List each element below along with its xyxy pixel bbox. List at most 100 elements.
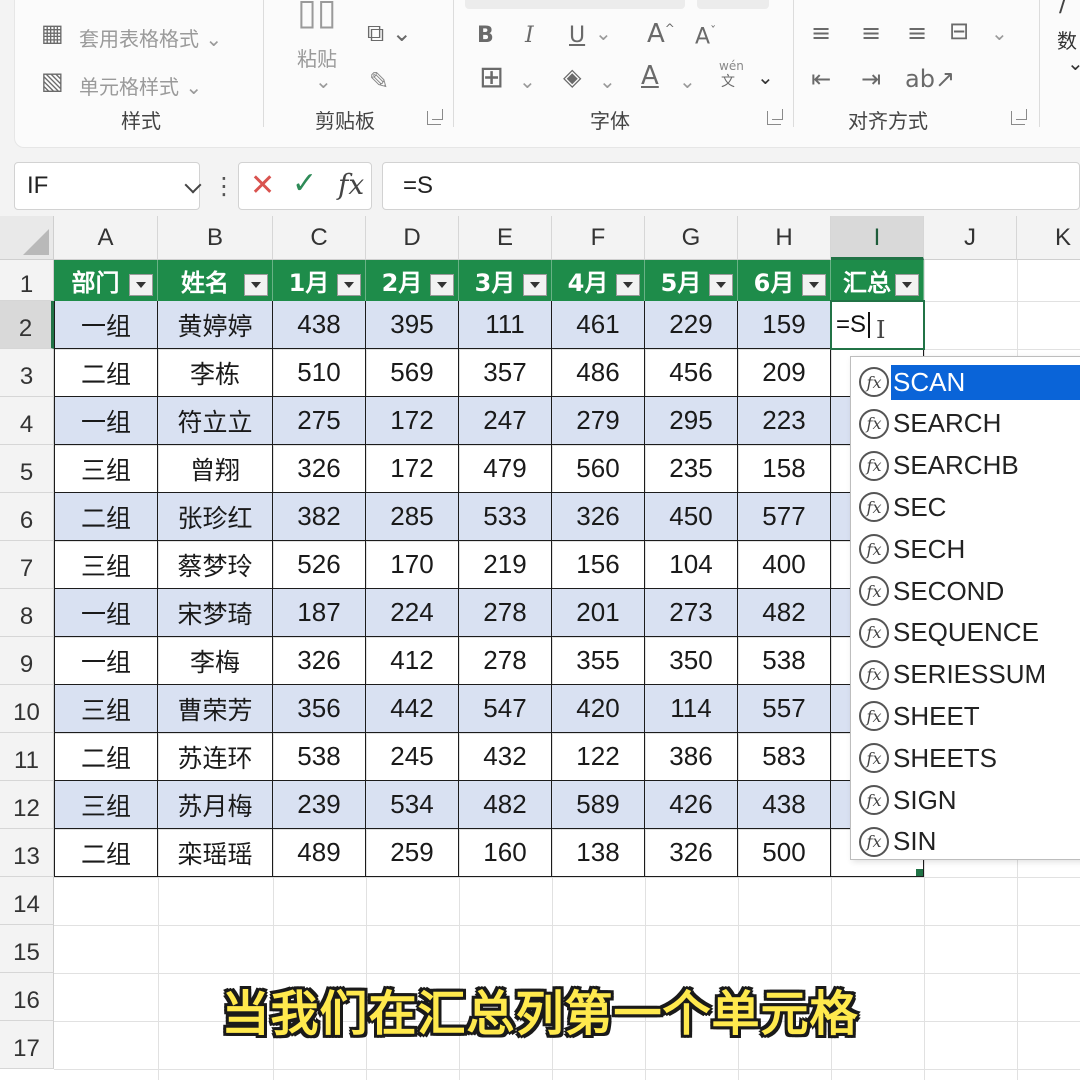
align-top-icon[interactable]: ≡	[811, 21, 831, 45]
table-format-button[interactable]: 套用表格格式 ⌄	[79, 23, 222, 52]
copy-icon[interactable]: ⧉ ⌄	[367, 21, 412, 45]
table-cell[interactable]: 三组	[54, 685, 158, 733]
table-cell[interactable]: 158	[738, 445, 831, 493]
table-cell[interactable]: 111	[459, 301, 552, 349]
table-cell[interactable]: 229	[645, 301, 738, 349]
filter-dropdown-icon[interactable]	[802, 274, 826, 296]
table-cell[interactable]: 350	[645, 637, 738, 685]
function-suggestion[interactable]: fx SHEETS	[851, 737, 1080, 779]
filter-dropdown-icon[interactable]	[895, 274, 919, 296]
function-suggestion[interactable]: fx SIN	[851, 821, 1080, 863]
row-header-6[interactable]: 6	[0, 493, 54, 541]
underline-button[interactable]: U	[569, 25, 585, 47]
table-cell[interactable]: 239	[273, 781, 366, 829]
table-header-cell[interactable]: 3月	[459, 260, 552, 301]
table-cell[interactable]: 479	[459, 445, 552, 493]
table-cell[interactable]: 170	[366, 541, 459, 589]
table-cell[interactable]: 张珍红	[158, 493, 273, 541]
function-suggestion[interactable]: fx SERIESSUM	[851, 654, 1080, 696]
wrap-text-icon[interactable]: ⊟	[949, 19, 969, 43]
chevron-down-icon[interactable]	[184, 176, 202, 194]
table-cell[interactable]: 李梅	[158, 637, 273, 685]
borders-icon[interactable]: ⊞	[479, 63, 504, 93]
column-header-f[interactable]: F	[552, 216, 645, 260]
column-header-h[interactable]: H	[738, 216, 831, 260]
table-cell[interactable]: 栾瑶瑶	[158, 829, 273, 877]
shrink-font-button[interactable]: Aˇ	[695, 25, 716, 48]
table-cell[interactable]: 160	[459, 829, 552, 877]
enter-check-icon[interactable]: ✓	[292, 166, 317, 201]
table-cell[interactable]: 386	[645, 733, 738, 781]
table-cell[interactable]: 442	[366, 685, 459, 733]
table-cell[interactable]: 156	[552, 541, 645, 589]
paste-label[interactable]: 粘贴	[297, 43, 337, 72]
number-format-icon[interactable]: /	[1059, 0, 1067, 15]
table-cell[interactable]: 326	[273, 637, 366, 685]
orientation-icon[interactable]: ab↗	[905, 67, 955, 91]
fill-handle[interactable]	[916, 869, 923, 876]
table-cell[interactable]: 432	[459, 733, 552, 781]
row-header-7[interactable]: 7	[0, 541, 54, 589]
function-suggestion[interactable]: fx SIGN	[851, 779, 1080, 821]
table-cell[interactable]: 426	[645, 781, 738, 829]
table-cell[interactable]: 510	[273, 349, 366, 397]
table-cell[interactable]: 黄婷婷	[158, 301, 273, 349]
table-cell[interactable]: 486	[552, 349, 645, 397]
table-cell[interactable]: 172	[366, 397, 459, 445]
font-color-dropdown-icon[interactable]: ⌄	[679, 69, 696, 93]
table-header-cell[interactable]: 1月	[273, 260, 366, 301]
row-header-15[interactable]: 15	[0, 925, 54, 973]
filter-dropdown-icon[interactable]	[523, 274, 547, 296]
table-cell[interactable]: 420	[552, 685, 645, 733]
table-cell[interactable]: 326	[645, 829, 738, 877]
table-cell[interactable]: 569	[366, 349, 459, 397]
table-cell[interactable]: 符立立	[158, 397, 273, 445]
function-suggestion[interactable]: fx SECH	[851, 528, 1080, 570]
table-cell[interactable]: 104	[645, 541, 738, 589]
function-suggestion[interactable]: fx SCAN	[851, 361, 1080, 403]
column-header-b[interactable]: B	[158, 216, 273, 260]
table-cell[interactable]: 538	[273, 733, 366, 781]
table-cell[interactable]: 223	[738, 397, 831, 445]
table-cell[interactable]: 577	[738, 493, 831, 541]
filter-dropdown-icon[interactable]	[430, 274, 454, 296]
table-cell[interactable]: 533	[459, 493, 552, 541]
align-middle-icon[interactable]: ≡	[861, 21, 881, 45]
table-cell[interactable]: 560	[552, 445, 645, 493]
name-box[interactable]: IF	[14, 162, 202, 210]
table-cell[interactable]: 159	[738, 301, 831, 349]
table-cell[interactable]: 苏月梅	[158, 781, 273, 829]
fill-color-dropdown-icon[interactable]: ⌄	[599, 69, 616, 93]
row-header-14[interactable]: 14	[0, 877, 54, 925]
table-cell[interactable]: 三组	[54, 445, 158, 493]
font-launcher-icon[interactable]	[767, 109, 783, 125]
table-cell[interactable]: 438	[273, 301, 366, 349]
table-cell[interactable]: 355	[552, 637, 645, 685]
table-cell[interactable]: 482	[738, 589, 831, 637]
table-cell[interactable]: 482	[459, 781, 552, 829]
row-header-9[interactable]: 9	[0, 637, 54, 685]
table-cell[interactable]: 224	[366, 589, 459, 637]
filter-dropdown-icon[interactable]	[337, 274, 361, 296]
table-cell[interactable]: 二组	[54, 829, 158, 877]
table-cell[interactable]: 273	[645, 589, 738, 637]
filter-dropdown-icon[interactable]	[129, 274, 153, 296]
table-cell[interactable]: 二组	[54, 733, 158, 781]
table-cell[interactable]: 382	[273, 493, 366, 541]
function-suggestion[interactable]: fx SEC	[851, 486, 1080, 528]
table-header-cell[interactable]: 6月	[738, 260, 831, 301]
table-cell[interactable]: 326	[273, 445, 366, 493]
format-painter-icon[interactable]: ✎	[369, 69, 389, 93]
font-color-button[interactable]: A	[641, 63, 659, 89]
table-cell[interactable]: 219	[459, 541, 552, 589]
table-header-cell[interactable]: 姓名	[158, 260, 273, 301]
filter-dropdown-icon[interactable]	[709, 274, 733, 296]
active-cell-editor[interactable]: =S I	[830, 300, 925, 350]
formula-input[interactable]: =S	[382, 162, 1080, 210]
formula-bar-grip-icon[interactable]: ⋮	[212, 172, 236, 200]
table-cell[interactable]: 412	[366, 637, 459, 685]
table-cell[interactable]: 395	[366, 301, 459, 349]
paste-dropdown-icon[interactable]: ⌄	[315, 69, 332, 93]
table-header-cell[interactable]: 2月	[366, 260, 459, 301]
table-cell[interactable]: 209	[738, 349, 831, 397]
